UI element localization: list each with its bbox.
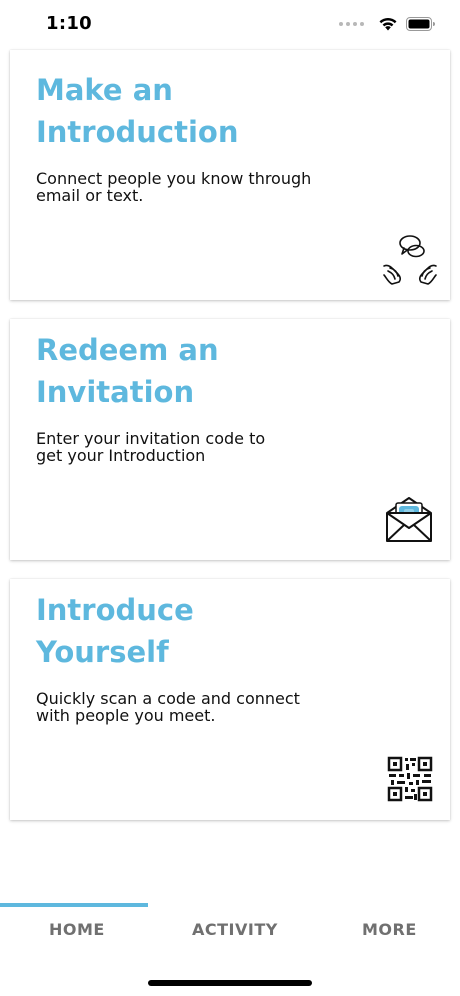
signal-strength-icon <box>339 21 364 26</box>
card-description: Enter your invitation code to get your I… <box>36 430 366 464</box>
card-title: Make an Introduction <box>36 69 336 153</box>
chat-handshake-icon <box>383 235 437 285</box>
card-title-line: Redeem an <box>36 333 219 367</box>
status-time: 1:10 <box>46 13 92 34</box>
qr-code-icon <box>387 756 433 802</box>
tab-home[interactable]: HOME <box>49 920 105 939</box>
envelope-invitation-icon <box>386 497 432 542</box>
tab-active-indicator <box>0 903 148 907</box>
card-description-line: with people you meet. <box>36 706 216 725</box>
status-bar: 1:10 <box>0 0 460 52</box>
card-title: Introduce Yourself <box>36 589 336 673</box>
card-description-line: email or text. <box>36 186 144 205</box>
wifi-icon <box>379 17 397 31</box>
card-title: Redeem an Invitation <box>36 329 336 413</box>
status-icons <box>339 16 436 31</box>
make-introduction-card[interactable]: Make an Introduction Connect people you … <box>10 50 450 300</box>
card-title-line: Make an <box>36 73 173 107</box>
home-indicator[interactable] <box>148 980 312 986</box>
battery-icon <box>406 16 435 31</box>
card-description-line: get your Introduction <box>36 446 206 465</box>
card-description: Connect people you know through email or… <box>36 170 366 204</box>
tab-more[interactable]: MORE <box>362 920 417 939</box>
card-title-line: Yourself <box>36 635 169 669</box>
card-title-line: Introduction <box>36 115 239 149</box>
tab-activity[interactable]: ACTIVITY <box>192 920 278 939</box>
card-description: Quickly scan a code and connect with peo… <box>36 690 366 724</box>
card-title-line: Invitation <box>36 375 195 409</box>
introduce-yourself-card[interactable]: Introduce Yourself Quickly scan a code a… <box>10 579 450 820</box>
redeem-invitation-card[interactable]: Redeem an Invitation Enter your invitati… <box>10 319 450 560</box>
card-title-line: Introduce <box>36 593 194 627</box>
tab-bar: HOME ACTIVITY MORE <box>0 900 460 960</box>
